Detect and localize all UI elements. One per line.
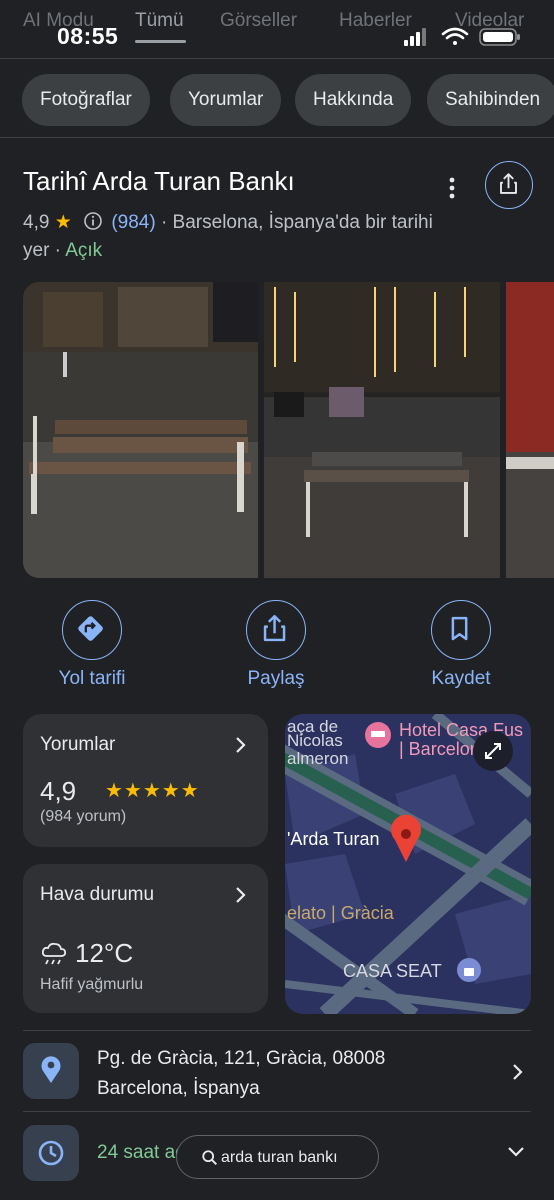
bench-photo xyxy=(23,282,258,578)
photo-3[interactable] xyxy=(506,282,554,578)
bookmark-icon xyxy=(451,616,468,641)
chip-about[interactable]: Hakkında xyxy=(295,74,412,126)
search-query: arda turan bankı xyxy=(221,1149,338,1166)
map-label: | Barcelon xyxy=(399,739,480,759)
map-label: elato | Gràcia xyxy=(287,903,395,923)
map-label: Nicolas xyxy=(287,731,343,750)
directions-button[interactable]: Yol tarifi xyxy=(32,600,152,695)
place-title: Tarihî Arda Turan Bankı xyxy=(23,166,295,196)
directions-circle xyxy=(62,600,122,660)
share-action-button[interactable]: Paylaş xyxy=(216,600,336,695)
address-text[interactable]: Pg. de Gràcia, 121, Gràcia, 08008 Barcel… xyxy=(97,1044,385,1104)
red-container-photo xyxy=(506,282,554,578)
bench-street-photo xyxy=(264,282,500,578)
chip-reviews[interactable]: Yorumlar xyxy=(170,74,282,126)
status-time: 08:55 xyxy=(57,23,119,49)
rating-value: 4,9 xyxy=(23,212,50,233)
reviews-card[interactable]: Yorumlar 4,9 ★★★★★ (984 yorum) xyxy=(23,714,268,847)
share-icon xyxy=(263,614,286,642)
reviews-card-title: Yorumlar xyxy=(40,734,116,755)
weather-desc: Hafif yağmurlu xyxy=(40,976,144,993)
divider xyxy=(0,58,554,59)
search-icon xyxy=(202,1150,218,1166)
category-line2: yer · xyxy=(23,240,61,261)
save-circle xyxy=(431,600,491,660)
star-rating-icon: ★★★★★ xyxy=(105,780,200,802)
share-button[interactable] xyxy=(485,161,533,209)
category-line: yer · Açık xyxy=(23,240,102,262)
battery-icon xyxy=(479,28,520,46)
divider xyxy=(23,1030,531,1031)
location-icon-box xyxy=(23,1043,79,1099)
rain-cloud-icon xyxy=(41,942,67,965)
map-graphic: aça de Nicolas almeron Hotel Casa Fus | … xyxy=(285,714,531,1014)
chevron-right-icon xyxy=(236,737,246,753)
address-line2: Barcelona, İspanya xyxy=(97,1078,260,1099)
status-bar-icons xyxy=(404,27,520,46)
map-label: CASA SEAT xyxy=(343,961,442,981)
chip-from-owner[interactable]: Sahibinden xyxy=(427,74,554,126)
info-icon[interactable] xyxy=(83,211,103,231)
category-line1: · Barselona, İspanya'da bir tarihi xyxy=(160,212,433,233)
tab-images[interactable]: Görseller xyxy=(220,10,297,32)
photo-1[interactable] xyxy=(23,282,258,578)
active-tab-indicator xyxy=(135,40,186,43)
signal-icon xyxy=(404,28,426,46)
chip-photos[interactable]: Fotoğraflar xyxy=(22,74,150,126)
location-pin-icon xyxy=(41,1056,61,1083)
share-circle xyxy=(246,600,306,660)
review-count-link[interactable]: (984) xyxy=(111,212,155,233)
address-line1: Pg. de Gràcia, 121, Gràcia, 08008 xyxy=(97,1048,386,1069)
photo-2[interactable] xyxy=(264,282,500,578)
reviews-rating: 4,9 xyxy=(40,776,77,806)
rating-line: 4,9 ★ (984) · Barselona, İspanya'da bir … xyxy=(23,211,433,234)
chevron-right-icon[interactable] xyxy=(511,1063,525,1081)
more-vert-icon[interactable] xyxy=(444,176,460,200)
open-status: Açık xyxy=(65,240,103,261)
save-label: Kaydet xyxy=(431,668,491,689)
share-label: Paylaş xyxy=(247,668,305,689)
star-icon: ★ xyxy=(54,212,72,233)
directions-icon xyxy=(78,616,103,641)
map-preview[interactable]: aça de Nicolas almeron Hotel Casa Fus | … xyxy=(285,714,531,1014)
divider xyxy=(23,1111,531,1112)
tab-news[interactable]: Haberler xyxy=(339,10,412,32)
chevron-right-icon xyxy=(236,887,246,903)
search-pill[interactable]: arda turan bankı xyxy=(176,1135,379,1179)
chevron-down-icon[interactable] xyxy=(507,1145,525,1159)
map-label: almeron xyxy=(287,749,348,768)
save-button[interactable]: Kaydet xyxy=(401,600,521,695)
weather-card[interactable]: Hava durumu 12°C Hafif yağmurlu xyxy=(23,864,268,1013)
weather-temp: 12°C xyxy=(75,938,134,968)
share-icon xyxy=(500,173,517,194)
wifi-icon xyxy=(441,27,469,45)
tab-all[interactable]: Tümü xyxy=(135,10,184,32)
map-label: 'Arda Turan xyxy=(287,829,380,849)
chip-row: Fotoğraflar Yorumlar Hakkında Sahibinden xyxy=(22,74,554,126)
weather-card-title: Hava durumu xyxy=(40,884,155,905)
clock-icon xyxy=(38,1140,64,1166)
directions-label: Yol tarifi xyxy=(58,668,126,689)
clock-icon-box xyxy=(23,1125,79,1181)
reviews-count: (984 yorum) xyxy=(40,808,127,825)
divider xyxy=(0,137,554,138)
